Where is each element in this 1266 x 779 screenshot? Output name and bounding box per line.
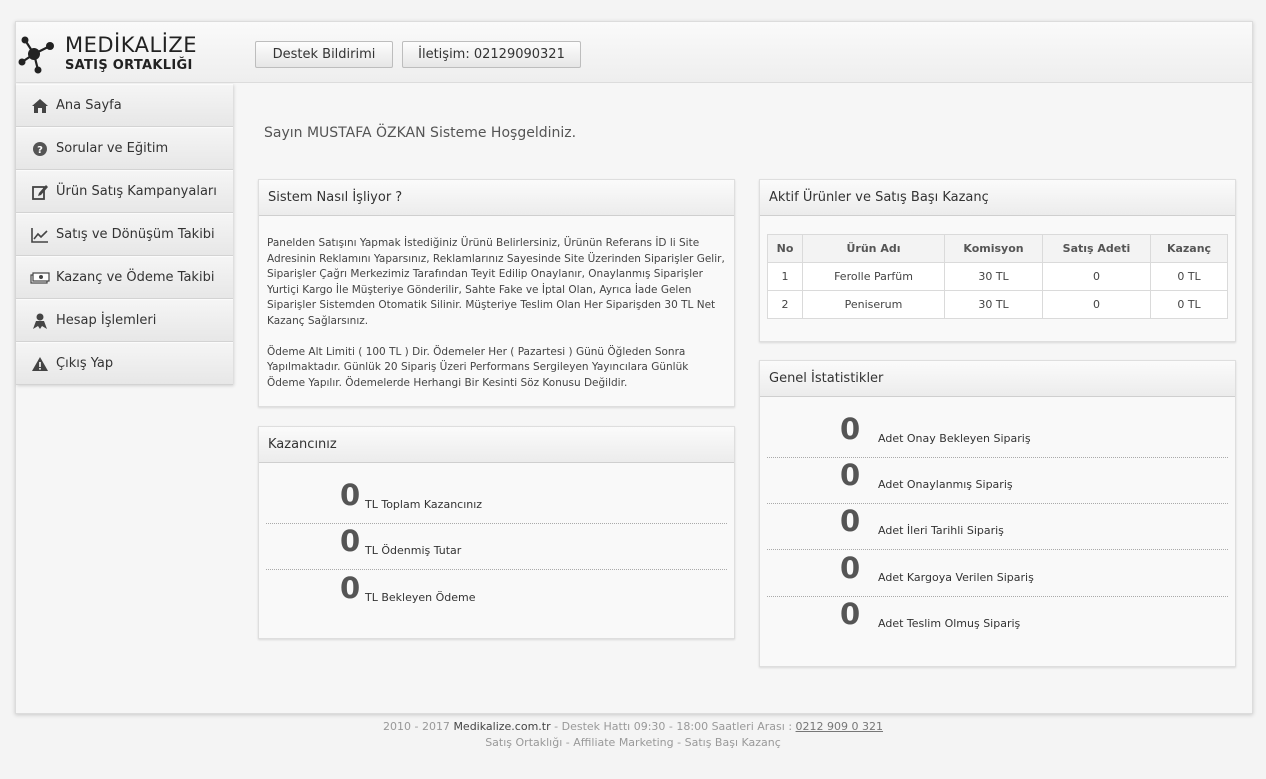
- stat-row: 0 Adet İleri Tarihli Sipariş: [767, 504, 1228, 550]
- stat-label: Adet Teslim Olmuş Sipariş: [878, 617, 1021, 630]
- money-icon: [30, 272, 50, 284]
- table-cell: 30 TL: [944, 262, 1043, 291]
- question-icon: ?: [33, 142, 47, 156]
- column-header: No: [767, 234, 803, 263]
- how-paragraph-2: Ödeme Alt Limiti ( 100 TL ) Dir. Ödemele…: [267, 345, 689, 389]
- how-it-works-text: Panelden Satışını Yapmak İstediğiniz Ürü…: [259, 216, 734, 391]
- earnings-value: 0: [340, 478, 361, 512]
- sidebar-item-label: Satış ve Dönüşüm Takibi: [56, 227, 215, 242]
- column-header: Kazanç: [1150, 234, 1228, 263]
- stat-value: 0: [840, 597, 861, 631]
- table-cell: 0: [1042, 290, 1151, 319]
- footer-site-link[interactable]: Medikalize.com.tr: [453, 720, 550, 733]
- stat-value: 0: [840, 458, 861, 492]
- support-ticket-button[interactable]: Destek Bildirimi: [255, 41, 393, 68]
- earnings-panel: Kazancınız 0 TL Toplam Kazancınız 0 TL Ö…: [258, 426, 735, 639]
- earnings-row: 0 TL Bekleyen Ödeme: [266, 571, 727, 617]
- earnings-label: TL Bekleyen Ödeme: [365, 591, 476, 604]
- earnings-value: 0: [340, 524, 361, 558]
- chart-icon: [31, 228, 48, 243]
- table-cell: 0 TL: [1150, 262, 1228, 291]
- sidebar-item-label: Ürün Satış Kampanyaları: [56, 184, 217, 199]
- earnings-label: TL Toplam Kazancınız: [365, 498, 483, 511]
- stat-label: Adet Onay Bekleyen Sipariş: [878, 432, 1031, 445]
- panel-title: Aktif Ürünler ve Satış Başı Kazanç: [760, 180, 1235, 216]
- general-stats-panel: Genel İstatistikler 0 Adet Onay Bekleyen…: [759, 360, 1236, 667]
- home-icon: [32, 99, 48, 113]
- sidebar-item-questions[interactable]: ? Sorular ve Eğitim: [16, 127, 233, 170]
- table-cell: 0: [1042, 262, 1151, 291]
- table-cell: Peniserum: [802, 290, 945, 319]
- sidebar-item-conversion-tracking[interactable]: Satış ve Dönüşüm Takibi: [16, 213, 233, 256]
- earnings-label: TL Ödenmiş Tutar: [365, 544, 462, 557]
- edit-icon: [32, 185, 48, 200]
- earnings-value: 0: [340, 571, 361, 605]
- stat-label: Adet Onaylanmış Sipariş: [878, 478, 1013, 491]
- welcome-message: Sayın MUSTAFA ÖZKAN Sisteme Hoşgeldiniz.: [264, 125, 577, 141]
- stat-row: 0 Adet Kargoya Verilen Sipariş: [767, 551, 1228, 597]
- table-header-row: No Ürün Adı Komisyon Satış Adeti Kazanç: [767, 234, 1228, 263]
- footer-hotline: - Destek Hattı 09:30 - 18:00 Saatleri Ar…: [554, 720, 793, 733]
- table-cell: 0 TL: [1150, 290, 1228, 319]
- footer-years: 2010 - 2017: [382, 720, 450, 733]
- top-bar: MEDİKALİZE SATIŞ ORTAKLIĞI Destek Bildir…: [16, 22, 1252, 83]
- svg-text:?: ?: [37, 145, 43, 156]
- sidebar-item-earnings-payments[interactable]: Kazanç ve Ödeme Takibi: [16, 256, 233, 299]
- sidebar-nav: Ana Sayfa ? Sorular ve Eğitim Ürün Satış…: [16, 84, 233, 385]
- sidebar-item-account[interactable]: Hesap İşlemleri: [16, 299, 233, 342]
- footer-phone-link[interactable]: 0212 909 0 321: [796, 720, 883, 733]
- how-it-works-panel: Sistem Nasıl İşliyor ? Panelden Satışını…: [258, 179, 735, 407]
- warning-icon: [32, 357, 48, 371]
- stat-label: Adet Kargoya Verilen Sipariş: [878, 571, 1034, 584]
- table-cell: Ferolle Parfüm: [802, 262, 945, 291]
- stat-label: Adet İleri Tarihli Sipariş: [878, 524, 1004, 537]
- active-products-panel: Aktif Ürünler ve Satış Başı Kazanç No Ür…: [759, 179, 1236, 342]
- brand-title: MEDİKALİZE: [65, 33, 198, 57]
- sidebar-item-label: Ana Sayfa: [56, 98, 122, 113]
- table-row: 1 Ferolle Parfüm 30 TL 0 0 TL: [767, 262, 1228, 291]
- sidebar-item-logout[interactable]: Çıkış Yap: [16, 342, 233, 385]
- column-header: Satış Adeti: [1042, 234, 1151, 263]
- table-cell: 30 TL: [944, 290, 1043, 319]
- table-row: 2 Peniserum 30 TL 0 0 TL: [767, 290, 1228, 319]
- sidebar-item-label: Sorular ve Eğitim: [56, 141, 169, 156]
- earnings-row: 0 TL Toplam Kazancınız: [266, 478, 727, 524]
- stat-row: 0 Adet Teslim Olmuş Sipariş: [767, 597, 1228, 643]
- stat-row: 0 Adet Onaylanmış Sipariş: [767, 458, 1228, 504]
- sidebar-item-label: Hesap İşlemleri: [56, 313, 157, 328]
- main-frame: MEDİKALİZE SATIŞ ORTAKLIĞI Destek Bildir…: [15, 21, 1253, 714]
- footer-line-1: 2010 - 2017 Medikalize.com.tr - Destek H…: [0, 719, 1266, 735]
- table-cell: 2: [767, 290, 803, 319]
- sidebar-item-campaigns[interactable]: Ürün Satış Kampanyaları: [16, 170, 233, 213]
- page-footer: 2010 - 2017 Medikalize.com.tr - Destek H…: [0, 719, 1266, 751]
- sidebar-item-home[interactable]: Ana Sayfa: [16, 84, 233, 127]
- stat-value: 0: [840, 412, 861, 446]
- panel-title: Genel İstatistikler: [760, 361, 1235, 397]
- products-table: No Ürün Adı Komisyon Satış Adeti Kazanç …: [767, 234, 1228, 319]
- sidebar-item-label: Çıkış Yap: [56, 356, 114, 371]
- user-icon: [33, 313, 47, 329]
- column-header: Komisyon: [944, 234, 1043, 263]
- contact-button[interactable]: İletişim: 02129090321: [402, 41, 581, 68]
- sidebar-item-label: Kazanç ve Ödeme Takibi: [56, 270, 215, 285]
- stat-value: 0: [840, 551, 861, 585]
- column-header: Ürün Adı: [802, 234, 945, 263]
- footer-line-2: Satış Ortaklığı - Affiliate Marketing - …: [485, 736, 781, 749]
- table-cell: 1: [767, 262, 803, 291]
- how-paragraph-1: Panelden Satışını Yapmak İstediğiniz Ürü…: [267, 237, 725, 327]
- brand-subtitle: SATIŞ ORTAKLIĞI: [65, 58, 193, 73]
- molecule-logo-icon: [18, 36, 54, 74]
- brand-logo[interactable]: MEDİKALİZE SATIŞ ORTAKLIĞI: [16, 32, 198, 76]
- panel-title: Kazancınız: [259, 427, 734, 463]
- stat-row: 0 Adet Onay Bekleyen Sipariş: [767, 412, 1228, 458]
- stat-value: 0: [840, 504, 861, 538]
- earnings-row: 0 TL Ödenmiş Tutar: [266, 524, 727, 570]
- panel-title: Sistem Nasıl İşliyor ?: [259, 180, 734, 216]
